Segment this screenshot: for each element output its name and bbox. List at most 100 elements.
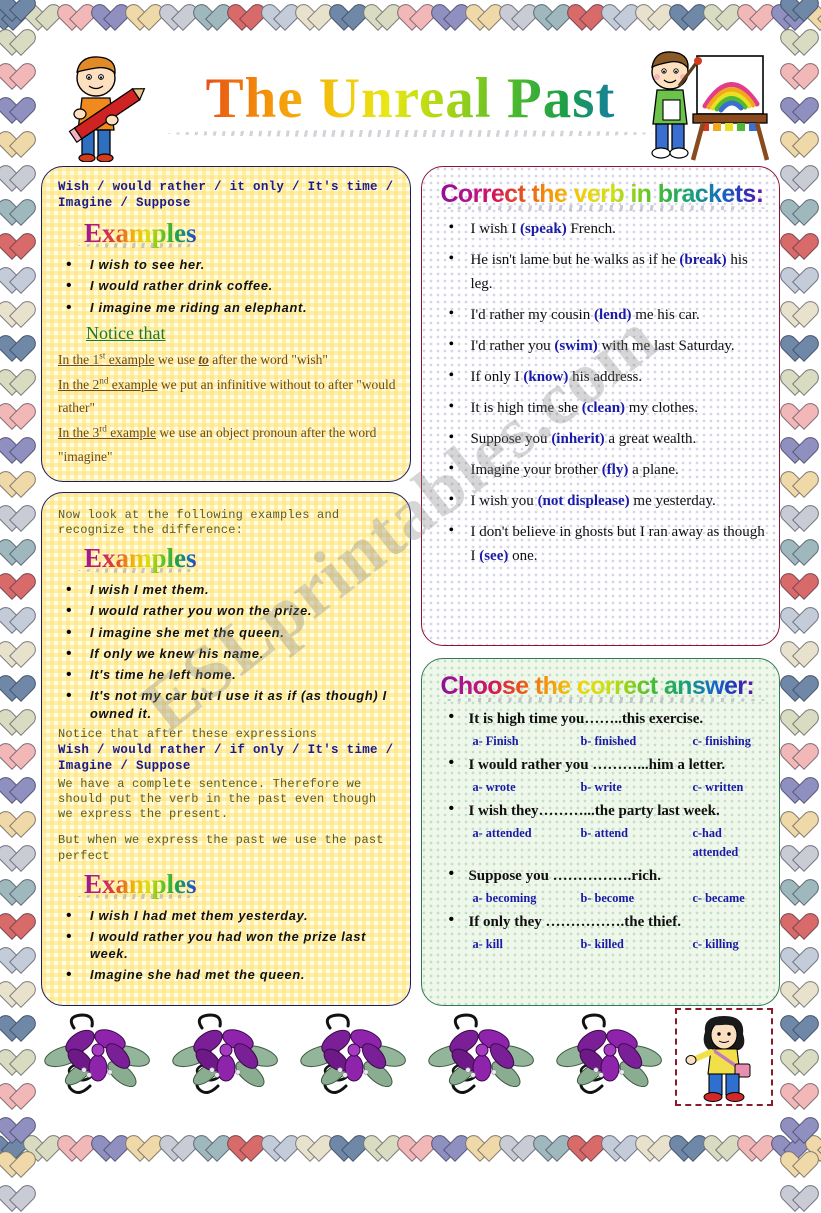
heart-decoration xyxy=(787,608,817,635)
heart-decoration xyxy=(787,744,817,771)
q2-verb: (break) xyxy=(679,252,727,268)
mcq1-option-b[interactable]: b- finished xyxy=(580,732,692,750)
heart-decoration xyxy=(200,1136,230,1163)
heart-decoration xyxy=(4,982,34,1009)
heart-decoration xyxy=(336,1136,366,1163)
left-column: Wish / would rather / it only / It's tim… xyxy=(41,166,412,1006)
q8-before: Imagine your brother xyxy=(470,462,602,478)
heart-decoration xyxy=(787,98,817,125)
mcq5-option-c[interactable]: c- killing xyxy=(692,935,765,953)
heart-decoration xyxy=(787,166,817,193)
note-1-emphasis: to xyxy=(198,351,209,367)
question-item: If only I (know) his address. xyxy=(436,363,765,389)
list-item: It's time he left home. xyxy=(56,665,396,686)
mcq3-option-a[interactable]: a- attended xyxy=(472,824,580,861)
heart-decoration xyxy=(540,5,570,32)
card-expressions-past: Now look at the following examples and r… xyxy=(41,491,412,1006)
question-item: I wish you (not displease) me yesterday. xyxy=(436,487,765,513)
heart-decoration xyxy=(787,472,817,499)
heart-decoration xyxy=(4,676,34,703)
q5-after: his address. xyxy=(568,369,643,385)
heart-decoration xyxy=(4,1050,34,1077)
heart-decoration xyxy=(787,846,817,873)
note-1-before: we use xyxy=(154,351,199,367)
girl-with-bag-frame xyxy=(675,1008,773,1106)
list-item: I would rather you had won the prize las… xyxy=(56,927,396,963)
list-item: I wish I met them. xyxy=(56,580,396,601)
mcq2-stem: I would rather you ………...him a letter. xyxy=(468,757,726,774)
mcq4-option-c[interactable]: c- became xyxy=(692,889,765,907)
question-item: I wish I (speak) French. xyxy=(436,215,765,241)
heart-border-left xyxy=(0,0,38,1169)
heart-decoration xyxy=(4,1084,34,1111)
heart-decoration xyxy=(472,1136,502,1163)
girl-with-bag-icon xyxy=(685,1016,751,1102)
q7-after: a great wealth. xyxy=(604,431,697,447)
q8-verb: (fly) xyxy=(601,462,629,478)
heart-decoration xyxy=(4,404,34,431)
heart-decoration xyxy=(787,1016,817,1043)
heart-decoration xyxy=(4,166,34,193)
mcq2-option-b[interactable]: b- write xyxy=(580,778,692,796)
heart-decoration xyxy=(787,982,817,1009)
heart-decoration xyxy=(4,472,34,499)
mcq5-option-b[interactable]: b- killed xyxy=(580,935,692,953)
heart-decoration xyxy=(4,744,34,771)
heart-decoration xyxy=(98,5,128,32)
mcq-item: It is high time you……..this exercise. a-… xyxy=(436,708,765,750)
q6-after: my clothes. xyxy=(625,400,698,416)
mcq5-stem: If only they …………….the thief. xyxy=(468,914,681,931)
heart-decoration xyxy=(608,1136,638,1163)
list-item: If only we knew his name. xyxy=(56,644,396,665)
mcq4-option-b[interactable]: b- become xyxy=(580,889,692,907)
question-item: It is high time she (clean) my clothes. xyxy=(436,394,765,420)
heart-decoration xyxy=(787,778,817,805)
exercise1-heading: Correct the verb in brackets: xyxy=(440,180,764,208)
heart-decoration xyxy=(787,540,817,567)
mcq5-option-a[interactable]: a- kill xyxy=(472,935,580,953)
heart-decoration xyxy=(787,336,817,363)
heart-decoration xyxy=(787,268,817,295)
mcq3-option-b[interactable]: b- attend xyxy=(580,824,692,861)
exercise1-heading-wrap: Correct the verb in brackets: xyxy=(436,179,768,217)
list-item: I wish to see her. xyxy=(56,255,396,276)
heart-decoration xyxy=(98,1136,128,1163)
heart-decoration xyxy=(4,642,34,669)
q1-verb: (speak) xyxy=(520,221,567,237)
heart-decoration xyxy=(787,1118,817,1145)
mcq2-option-c[interactable]: c- written xyxy=(692,778,765,796)
mcq3-option-c[interactable]: c-had attended xyxy=(692,824,765,861)
heart-decoration xyxy=(4,370,34,397)
heart-decoration xyxy=(787,200,817,227)
mcq-item: I wish they………...the party last week. a-… xyxy=(436,800,765,861)
examples-heading: Examples xyxy=(84,218,197,248)
heart-decoration xyxy=(4,948,34,975)
mcq1-option-a[interactable]: a- Finish xyxy=(472,732,580,750)
rule-present: We have a complete sentence. Therefore w… xyxy=(58,777,377,822)
heart-border-top xyxy=(0,0,821,38)
mcq1-option-c[interactable]: c- finishing xyxy=(692,732,765,750)
mcq1-stem: It is high time you……..this exercise. xyxy=(468,711,704,727)
heart-decoration xyxy=(787,812,817,839)
mcq4-option-a[interactable]: a- becoming xyxy=(472,889,580,907)
heart-decoration xyxy=(370,1136,400,1163)
list-item: I would rather drink coffee. xyxy=(56,276,396,297)
heart-decoration xyxy=(574,1136,604,1163)
heart-decoration xyxy=(4,0,34,23)
q6-before: It is high time she xyxy=(470,400,582,416)
q9-after: me yesterday. xyxy=(629,493,716,509)
q4-before: I'd rather you xyxy=(470,338,555,354)
notice-that-heading: Notice that xyxy=(86,322,166,343)
heart-decoration xyxy=(4,98,34,125)
heart-decoration xyxy=(787,1050,817,1077)
list-item: Imagine she had met the queen. xyxy=(56,965,396,986)
note-2-underlined: In the 2nd example xyxy=(58,375,158,393)
q3-before: I'd rather my cousin xyxy=(470,307,594,323)
heart-decoration xyxy=(4,506,34,533)
heart-decoration xyxy=(744,1136,774,1163)
heart-decoration xyxy=(608,5,638,32)
heart-decoration xyxy=(4,574,34,601)
mcq2-option-a[interactable]: a- wrote xyxy=(472,778,580,796)
heart-decoration xyxy=(4,1186,34,1213)
q4-verb: (swim) xyxy=(554,338,598,354)
